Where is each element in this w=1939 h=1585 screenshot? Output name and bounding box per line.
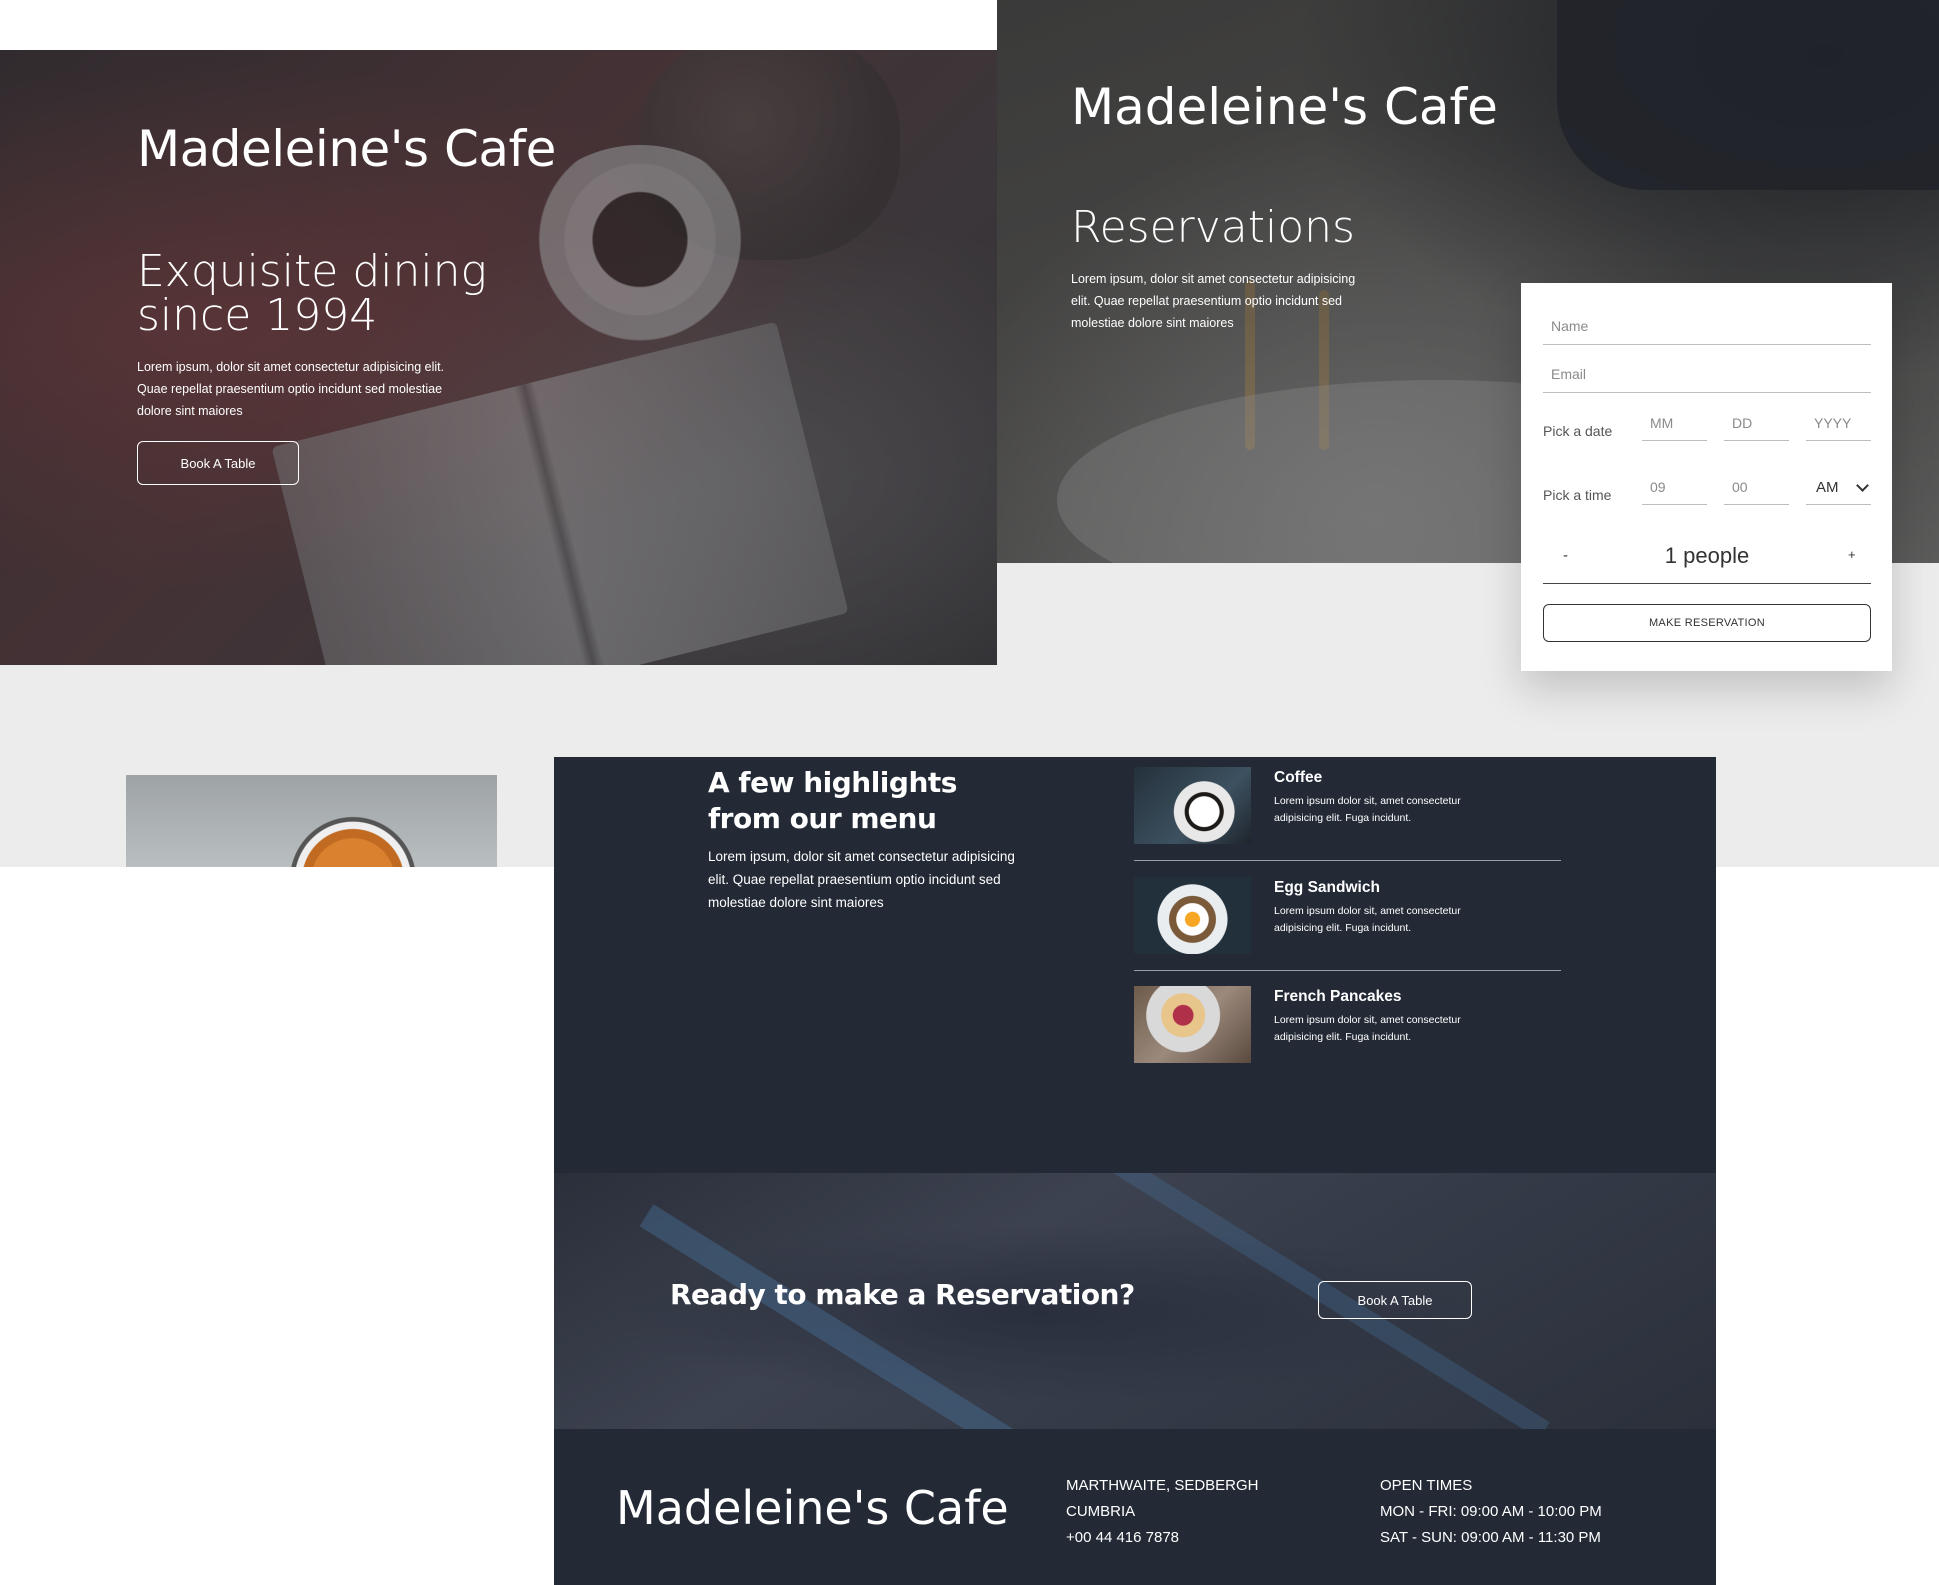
address-line: CUMBRIA: [1066, 1503, 1136, 1520]
make-reservation-button[interactable]: MAKE RESERVATION: [1543, 604, 1871, 642]
menu-divider: [1134, 970, 1561, 971]
minute-field[interactable]: [1724, 469, 1789, 505]
chevron-down-icon: [1856, 479, 1869, 492]
ampm-value: AM: [1816, 479, 1839, 496]
increment-button[interactable]: +: [1848, 547, 1856, 562]
menu-item-name: Coffee: [1274, 769, 1323, 786]
reservation-form: Pick a date Pick a time AM - 1 people + …: [1521, 283, 1892, 671]
day-field[interactable]: [1724, 405, 1789, 441]
reservations-brand-title: Madeleine's Cafe: [1071, 78, 1498, 136]
reservation-cta-section: Ready to make a Reservation? Book A Tabl…: [554, 1173, 1716, 1429]
phone-number: +00 44 416 7878: [1066, 1529, 1180, 1546]
latte-image: [126, 775, 497, 867]
menu-item-description: Lorem ipsum dolor sit, amet consectetur …: [1274, 905, 1461, 934]
menu-item: Coffee Lorem ipsum dolor sit, amet conse…: [1134, 757, 1561, 867]
ampm-select[interactable]: AM: [1806, 471, 1871, 505]
menu-item-description: Lorem ipsum dolor sit, amet consectetur …: [1274, 1014, 1461, 1043]
hero-tagline: Exquisite dining since 1994: [137, 246, 487, 341]
hero-section: Madeleine's Cafe Exquisite dining since …: [0, 50, 997, 665]
pancakes-thumbnail-image: [1134, 986, 1251, 1063]
cta-book-table-button[interactable]: Book A Table: [1318, 1281, 1472, 1319]
cta-background-image: [639, 1204, 1095, 1429]
hero-brand-title: Madeleine's Cafe: [137, 120, 556, 178]
hour-field[interactable]: [1642, 469, 1707, 505]
name-field[interactable]: [1543, 307, 1871, 345]
date-label: Pick a date: [1543, 423, 1613, 439]
time-label: Pick a time: [1543, 487, 1612, 503]
weekend-hours: SAT - SUN: 09:00 AM - 11:30 PM: [1380, 1529, 1601, 1546]
open-times-heading: OPEN TIMES: [1380, 1477, 1473, 1494]
year-field[interactable]: [1806, 405, 1871, 441]
menu-divider: [1134, 860, 1561, 861]
coffee-thumbnail-image: [1134, 767, 1251, 844]
people-count: 1 people: [1664, 543, 1750, 568]
menu-item-name: French Pancakes: [1274, 988, 1402, 1005]
menu-item-name: Egg Sandwich: [1274, 879, 1380, 896]
weekday-hours: MON - FRI: 09:00 AM - 10:00 PM: [1380, 1503, 1602, 1520]
cta-title: Ready to make a Reservation?: [670, 1278, 1135, 1311]
hero-description: Lorem ipsum, dolor sit amet consectetur …: [137, 360, 445, 418]
reservations-heading: Reservations: [1071, 202, 1355, 253]
book-table-button[interactable]: Book A Table: [137, 441, 299, 485]
month-field[interactable]: [1642, 405, 1707, 441]
egg-sandwich-thumbnail-image: [1134, 877, 1251, 954]
footer-address: MARTHWAITE, SEDBERGH CUMBRIA +00 44 416 …: [1066, 1473, 1259, 1551]
menu-item: Egg Sandwich Lorem ipsum dolor sit, amet…: [1134, 867, 1561, 977]
menu-item-description: Lorem ipsum dolor sit, amet consectetur …: [1274, 795, 1461, 824]
reservations-description: Lorem ipsum, dolor sit amet consectetur …: [1071, 272, 1356, 330]
footer-open-times: OPEN TIMES MON - FRI: 09:00 AM - 10:00 P…: [1380, 1473, 1602, 1551]
highlights-description: Lorem ipsum, dolor sit amet consectetur …: [708, 849, 1015, 910]
people-stepper: - 1 people +: [1543, 535, 1871, 584]
highlights-title: A few highlights from our menu: [708, 766, 957, 835]
address-line: MARTHWAITE, SEDBERGH: [1066, 1477, 1259, 1494]
latte-cup-image: [288, 815, 418, 867]
email-field[interactable]: [1543, 355, 1871, 393]
footer: Madeleine's Cafe MARTHWAITE, SEDBERGH CU…: [554, 1429, 1716, 1585]
menu-item: French Pancakes Lorem ipsum dolor sit, a…: [1134, 976, 1561, 1086]
footer-brand: Madeleine's Cafe: [616, 1481, 1009, 1535]
